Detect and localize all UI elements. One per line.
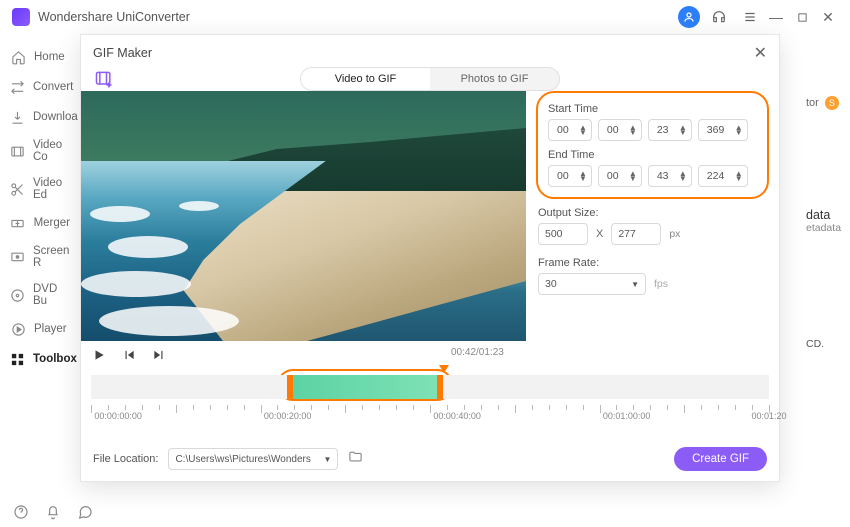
output-size-label: Output Size: xyxy=(538,207,767,219)
sidebar-item-merger[interactable]: Merger xyxy=(0,208,80,238)
selection-segment[interactable] xyxy=(287,375,443,399)
maximize-button[interactable] xyxy=(792,7,812,27)
sidebar-item-toolbox[interactable]: Toolbox xyxy=(0,344,80,374)
end-time-label: End Time xyxy=(548,149,757,161)
sidebar-item-label: Toolbox xyxy=(33,353,77,365)
start-ms-stepper[interactable]: 369▲▼ xyxy=(698,119,748,141)
close-button[interactable]: ✕ xyxy=(818,7,838,27)
end-hh-stepper[interactable]: 00▲▼ xyxy=(548,165,592,187)
start-hh-stepper[interactable]: 00▲▼ xyxy=(548,119,592,141)
end-ss-stepper[interactable]: 43▲▼ xyxy=(648,165,692,187)
partial-subtext: etadata xyxy=(806,222,844,234)
feedback-icon[interactable] xyxy=(76,503,94,521)
sidebar-item-label: Merger xyxy=(34,217,70,229)
end-ms-stepper[interactable]: 224▲▼ xyxy=(698,165,748,187)
tab-video-to-gif[interactable]: Video to GIF xyxy=(301,68,430,90)
time-range-box: Start Time 00▲▼ 00▲▼ 23▲▼ 369▲▼ End Time… xyxy=(536,91,769,199)
record-icon xyxy=(10,249,25,265)
timeline-track[interactable] xyxy=(91,375,769,399)
mode-tabs: Video to GIF Photos to GIF xyxy=(300,67,560,91)
sidebar-item-label: DVD Bu xyxy=(33,283,70,307)
right-strip: tor S data etadata CD. xyxy=(800,34,850,497)
sidebar-item-label: Home xyxy=(34,51,65,63)
sidebar-item-video-editor[interactable]: Video Ed xyxy=(0,170,80,208)
sidebar-item-video-compressor[interactable]: Video Co xyxy=(0,132,80,170)
sidebar: Home Convert Downloa Video Co Video Ed M… xyxy=(0,34,80,497)
file-location-select[interactable]: C:\Users\ws\Pictures\Wonders▼ xyxy=(168,448,338,470)
sidebar-item-label: Video Ed xyxy=(33,177,70,201)
app-logo xyxy=(12,8,30,26)
create-gif-button[interactable]: Create GIF xyxy=(674,447,767,471)
sidebar-item-converter[interactable]: Convert xyxy=(0,72,80,102)
toolbox-icon xyxy=(10,351,25,367)
sidebar-item-label: Screen R xyxy=(33,245,70,269)
file-location-label: File Location: xyxy=(93,453,158,465)
frame-rate-select[interactable]: 30▼ xyxy=(538,273,646,295)
sidebar-item-home[interactable]: Home xyxy=(0,42,80,72)
app-title: Wondershare UniConverter xyxy=(38,10,190,24)
frame-rate-label: Frame Rate: xyxy=(538,257,767,269)
ruler-label: 00:00:00:00 xyxy=(94,411,142,421)
sidebar-item-downloader[interactable]: Downloa xyxy=(0,102,80,132)
badge-icon: S xyxy=(825,96,839,110)
output-width-input[interactable]: 500 xyxy=(538,223,588,245)
support-icon[interactable] xyxy=(708,6,730,28)
timeline: 00:00:00:00 00:00:20:00 00:00:40:00 00:0… xyxy=(91,373,769,427)
start-ss-stepper[interactable]: 23▲▼ xyxy=(648,119,692,141)
trim-handle-right[interactable] xyxy=(437,375,443,399)
ruler-label: 00:00:20:00 xyxy=(264,411,312,421)
ruler-label: 00:00:40:00 xyxy=(433,411,481,421)
output-height-input[interactable]: 277 xyxy=(611,223,661,245)
partial-heading: data xyxy=(806,208,844,222)
statusbar xyxy=(0,497,850,527)
download-icon xyxy=(10,109,25,125)
convert-icon xyxy=(10,79,25,95)
open-folder-button[interactable] xyxy=(348,449,363,469)
play-button[interactable] xyxy=(89,345,109,365)
end-mm-stepper[interactable]: 00▲▼ xyxy=(598,165,642,187)
notifications-icon[interactable] xyxy=(44,503,62,521)
playhead-marker[interactable] xyxy=(439,365,449,373)
start-mm-stepper[interactable]: 00▲▼ xyxy=(598,119,642,141)
menu-icon[interactable] xyxy=(740,7,760,27)
sidebar-item-screen-recorder[interactable]: Screen R xyxy=(0,238,80,276)
sidebar-item-label: Player xyxy=(34,323,67,335)
prev-frame-button[interactable] xyxy=(119,345,139,365)
time-ruler: 00:00:00:00 00:00:20:00 00:00:40:00 00:0… xyxy=(91,405,769,427)
start-time-label: Start Time xyxy=(548,103,757,115)
sidebar-item-label: Video Co xyxy=(33,139,70,163)
gif-maker-modal: GIF Maker ✕ Video to GIF Photos to GIF 0… xyxy=(80,34,780,482)
next-frame-button[interactable] xyxy=(149,345,169,365)
tab-photos-to-gif[interactable]: Photos to GIF xyxy=(430,68,559,90)
minimize-button[interactable]: — xyxy=(766,7,786,27)
sidebar-item-dvd-burner[interactable]: DVD Bu xyxy=(0,276,80,314)
user-icon[interactable] xyxy=(678,6,700,28)
sidebar-item-player[interactable]: Player xyxy=(0,314,80,344)
partial-text-cd: CD. xyxy=(806,338,844,350)
px-unit: px xyxy=(669,228,680,240)
fps-unit: fps xyxy=(654,278,668,290)
partial-text: tor xyxy=(806,97,819,109)
help-icon[interactable] xyxy=(12,503,30,521)
close-icon[interactable]: ✕ xyxy=(754,43,767,63)
sidebar-item-label: Convert xyxy=(33,81,73,93)
x-separator: X xyxy=(596,228,603,240)
video-preview[interactable] xyxy=(81,91,526,341)
compress-icon xyxy=(10,143,25,159)
home-icon xyxy=(10,49,26,65)
modal-title: GIF Maker xyxy=(93,46,152,60)
player-controls xyxy=(89,345,169,365)
disc-icon xyxy=(10,287,25,303)
merge-icon xyxy=(10,215,26,231)
timecode: 00:42/01:23 xyxy=(451,347,504,358)
ruler-label: 00:01:00:00 xyxy=(603,411,651,421)
play-icon xyxy=(10,321,26,337)
titlebar: Wondershare UniConverter — ✕ xyxy=(0,0,850,34)
trim-handle-left[interactable] xyxy=(287,375,293,399)
sidebar-item-label: Downloa xyxy=(33,111,78,123)
scissors-icon xyxy=(10,181,25,197)
